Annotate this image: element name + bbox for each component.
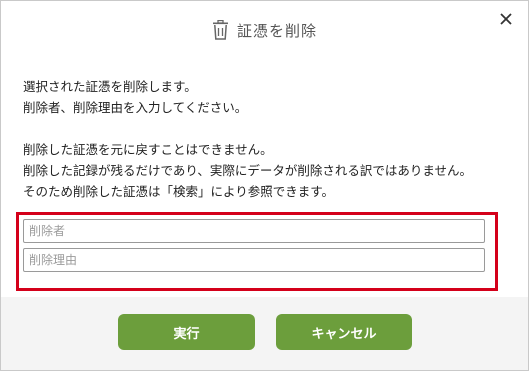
dialog-header: 証憑を削除 [1, 17, 528, 43]
input-highlight-box [16, 212, 498, 291]
close-icon [500, 13, 512, 25]
delete-reason-input[interactable] [23, 248, 485, 272]
dialog-message: 選択された証憑を削除します。 削除者、削除理由を入力してください。 削除した証憑… [23, 76, 513, 202]
dialog-title: 証憑を削除 [236, 21, 317, 40]
close-button[interactable] [498, 11, 514, 27]
message-line: 削除した証憑を元に戻すことはできません。 [23, 142, 273, 157]
delete-evidence-dialog: 証憑を削除 選択された証憑を削除します。 削除者、削除理由を入力してください。 … [0, 0, 529, 371]
execute-button[interactable]: 実行 [118, 314, 255, 350]
message-line: 削除者、削除理由を入力してください。 [23, 100, 248, 115]
cancel-button[interactable]: キャンセル [276, 314, 412, 350]
dialog-footer: 実行 キャンセル [1, 297, 528, 370]
message-line: 選択された証憑を削除します。 [23, 79, 197, 94]
message-line: そのため削除した証憑は「検索」により参照できます。 [23, 184, 335, 199]
deleter-input[interactable] [23, 219, 485, 243]
trash-icon [212, 19, 229, 40]
message-line: 削除した記録が残るだけであり、実際にデータが削除される訳ではありません。 [23, 163, 473, 178]
